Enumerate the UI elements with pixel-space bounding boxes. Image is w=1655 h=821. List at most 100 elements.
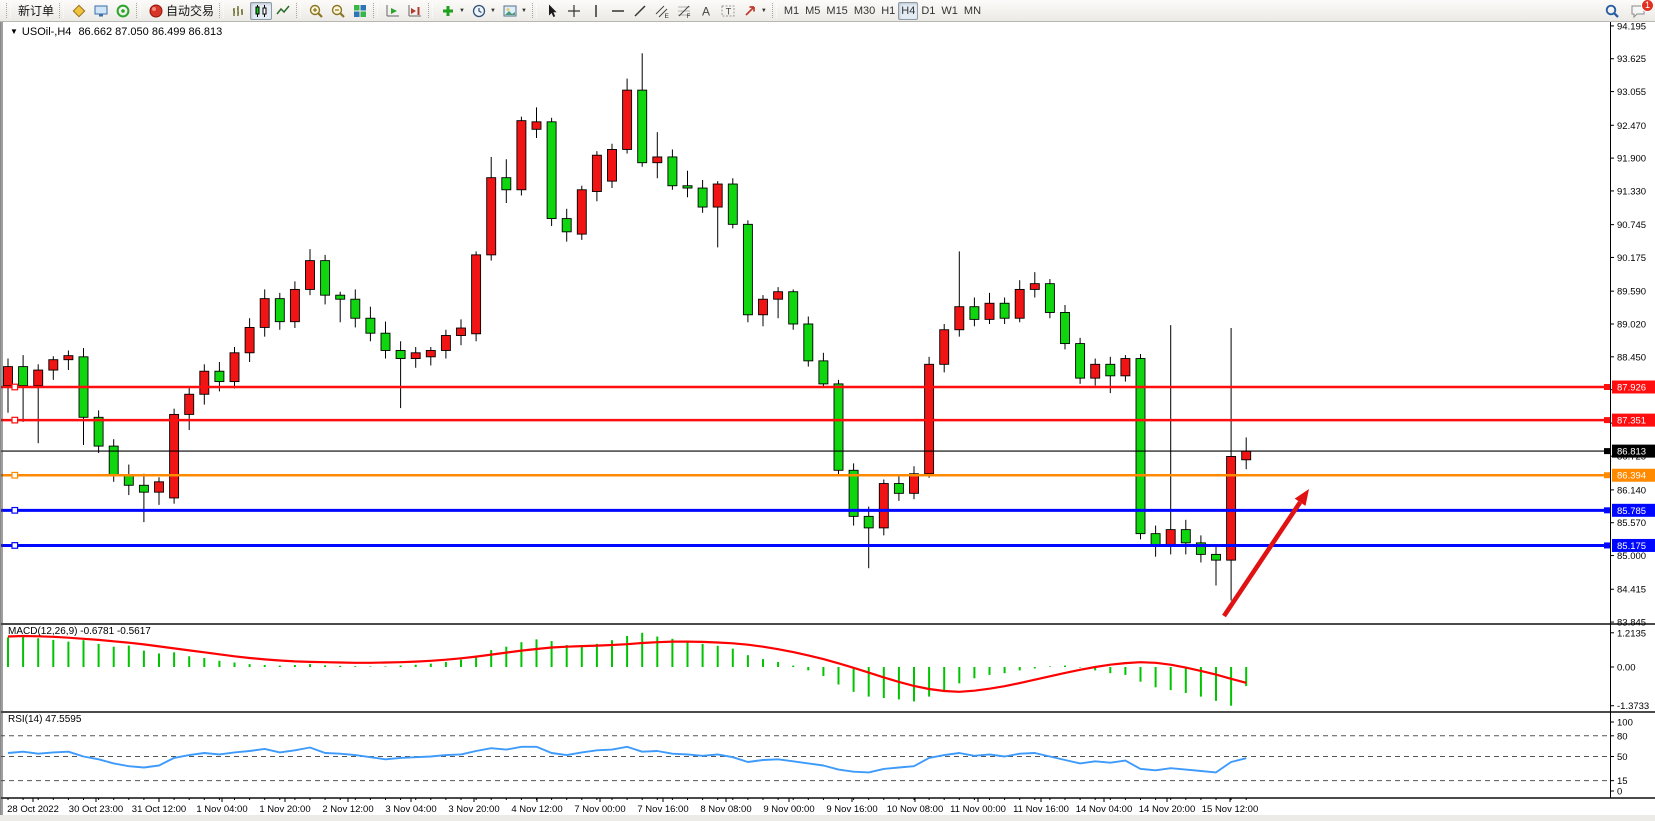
bar-chart-icon: [231, 3, 247, 19]
label-t-icon: T: [720, 3, 736, 19]
trendline-icon: [632, 3, 648, 19]
timeframe-mn-button[interactable]: MN: [961, 2, 984, 20]
svg-text:89.020: 89.020: [1617, 319, 1646, 330]
mt4-window: 新订单 自动交易 ▼ ▼ ▼ E F A T ▼ M1M5M15M30H1H4D1W1MN 1 94…: [0, 0, 1655, 821]
signal-icon: [115, 3, 131, 19]
timeframe-h1-button[interactable]: H1: [878, 2, 898, 20]
text-a-icon: A: [698, 3, 714, 19]
timeframe-m15-button[interactable]: M15: [823, 2, 850, 20]
svg-text:80: 80: [1617, 731, 1628, 742]
svg-text:15: 15: [1617, 776, 1628, 787]
toolbar-grip: [428, 3, 433, 18]
svg-text:87.351: 87.351: [1617, 416, 1646, 427]
candlestick-icon: [253, 3, 269, 19]
notifications-button[interactable]: 1: [1627, 2, 1649, 20]
svg-text:94.195: 94.195: [1617, 22, 1646, 32]
channel-button[interactable]: E: [651, 2, 673, 20]
line-chart-icon: [275, 3, 291, 19]
timeframe-m5-button[interactable]: M5: [802, 2, 823, 20]
market-watch-button[interactable]: [90, 2, 112, 20]
toolbar-right: 1: [1601, 0, 1649, 22]
crosshair-button[interactable]: [563, 2, 585, 20]
svg-text:8 Nov 08:00: 8 Nov 08:00: [700, 804, 751, 815]
tile-windows-button[interactable]: [349, 2, 371, 20]
chart-shift-icon: [407, 3, 423, 19]
svg-text:2 Nov 12:00: 2 Nov 12:00: [322, 804, 373, 815]
svg-text:88.450: 88.450: [1617, 352, 1646, 363]
chevron-down-icon: ▼: [521, 8, 527, 14]
svg-text:85.570: 85.570: [1617, 518, 1646, 529]
svg-text:92.470: 92.470: [1617, 121, 1646, 132]
toolbar-grip: [296, 3, 301, 18]
search-button[interactable]: [1601, 2, 1623, 20]
toolbar: 新订单 自动交易 ▼ ▼ ▼ E F A T ▼ M1M5M15M30H1H4D1W1MN: [0, 0, 1655, 22]
svg-text:1 Nov 04:00: 1 Nov 04:00: [196, 804, 247, 815]
svg-text:T: T: [726, 6, 732, 16]
zoom-in-button[interactable]: [305, 2, 327, 20]
toolbar-grip: [772, 3, 777, 18]
indicators-button[interactable]: ▼: [437, 2, 468, 20]
trendline-button[interactable]: [629, 2, 651, 20]
candlestick-chart-button[interactable]: [250, 2, 272, 20]
toolbar-grip: [219, 3, 224, 18]
hline-icon: [610, 3, 626, 19]
line-chart-button[interactable]: [272, 2, 294, 20]
timeframe-m30-button[interactable]: M30: [851, 2, 878, 20]
vline-icon: [588, 3, 604, 19]
svg-text:91.900: 91.900: [1617, 154, 1646, 165]
chart-shift-button[interactable]: [404, 2, 426, 20]
add-indicator-icon: [440, 3, 456, 19]
chevron-down-icon: ▼: [459, 8, 465, 14]
svg-text:14 Nov 20:00: 14 Nov 20:00: [1139, 804, 1196, 815]
svg-text:7 Nov 00:00: 7 Nov 00:00: [574, 804, 625, 815]
timeframe-h4-button[interactable]: H4: [898, 2, 918, 20]
svg-text:0: 0: [1617, 787, 1622, 798]
periods-button[interactable]: ▼: [468, 2, 499, 20]
chevron-down-icon: ▼: [490, 8, 496, 14]
text-button[interactable]: A: [695, 2, 717, 20]
svg-text:11 Nov 16:00: 11 Nov 16:00: [1013, 804, 1069, 815]
gold-cube-icon: [71, 3, 87, 19]
chevron-down-icon: ▼: [761, 8, 767, 14]
svg-text:50: 50: [1617, 752, 1628, 763]
timeframe-m1-button[interactable]: M1: [781, 2, 802, 20]
cursor-button[interactable]: [541, 2, 563, 20]
zoom-out-icon: [330, 3, 346, 19]
signals-button[interactable]: [112, 2, 134, 20]
autotrading-button[interactable]: 自动交易: [145, 2, 217, 20]
vline-button[interactable]: [585, 2, 607, 20]
svg-text:85.000: 85.000: [1617, 551, 1646, 562]
svg-text:F: F: [686, 13, 690, 19]
chart-background: [0, 22, 1655, 815]
templates-button[interactable]: ▼: [499, 2, 530, 20]
clock-icon: [471, 3, 487, 19]
toolbar-grip: [532, 3, 537, 18]
svg-text:86.394: 86.394: [1617, 471, 1646, 482]
timeframe-w1-button[interactable]: W1: [938, 2, 961, 20]
toolbar-grip: [6, 3, 11, 18]
svg-text:1.2135: 1.2135: [1617, 628, 1646, 639]
one-click-trading-toggle[interactable]: ▼: [10, 27, 18, 36]
auto-scroll-button[interactable]: [382, 2, 404, 20]
hline-button[interactable]: [607, 2, 629, 20]
tile-windows-icon: [352, 3, 368, 19]
chart-canvas[interactable]: 94.19593.62593.05592.47091.90091.33090.7…: [0, 22, 1655, 821]
timeframe-d1-button[interactable]: D1: [918, 2, 938, 20]
svg-text:-1.3733: -1.3733: [1617, 701, 1649, 712]
svg-text:90.745: 90.745: [1617, 220, 1646, 231]
search-icon: [1604, 3, 1620, 19]
svg-text:11 Nov 00:00: 11 Nov 00:00: [950, 804, 1006, 815]
metaeditor-button[interactable]: [68, 2, 90, 20]
svg-text:4 Nov 12:00: 4 Nov 12:00: [511, 804, 562, 815]
svg-text:E: E: [664, 13, 669, 19]
bar-chart-button[interactable]: [228, 2, 250, 20]
svg-text:86.813: 86.813: [1617, 447, 1646, 458]
svg-text:93.055: 93.055: [1617, 87, 1646, 98]
arrows-button[interactable]: ▼: [739, 2, 770, 20]
zoom-in-icon: [308, 3, 324, 19]
new-order-button[interactable]: 新订单: [15, 2, 57, 20]
svg-text:0.00: 0.00: [1617, 663, 1636, 674]
label-button[interactable]: T: [717, 2, 739, 20]
fibonacci-button[interactable]: F: [673, 2, 695, 20]
zoom-out-button[interactable]: [327, 2, 349, 20]
